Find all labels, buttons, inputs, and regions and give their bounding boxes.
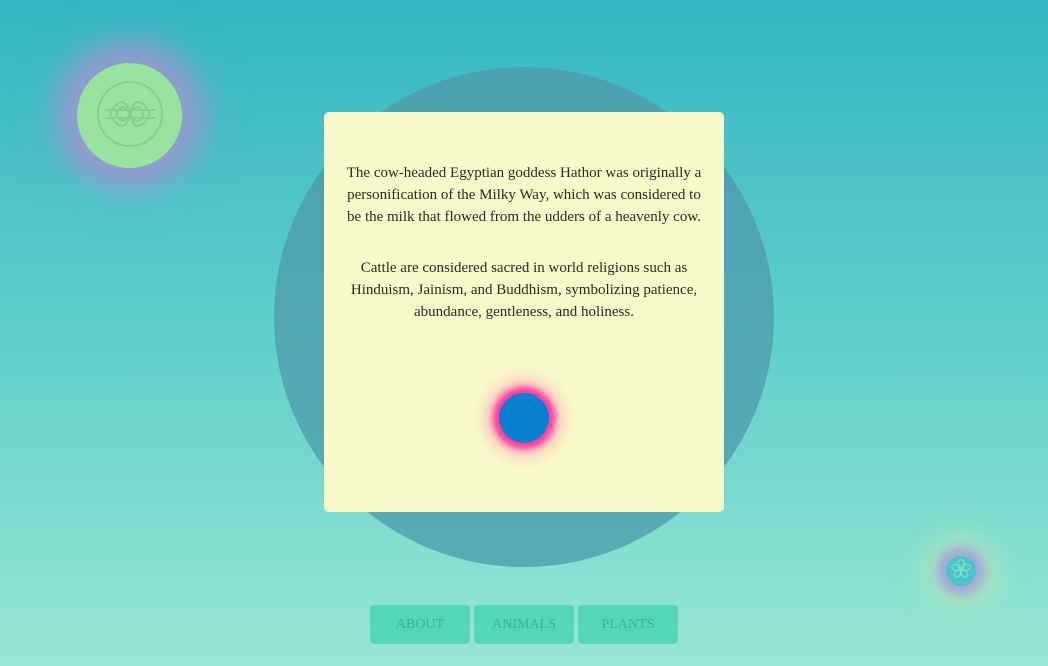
card-paragraph-1: The cow-headed Egyptian goddess Hathor w… [346, 165, 702, 225]
nav-plants-button[interactable]: PLANTS [578, 605, 678, 644]
glowing-dot-button[interactable] [499, 393, 549, 443]
endless-knot-icon [95, 79, 165, 153]
endless-knot-orb[interactable] [77, 63, 182, 168]
info-card: The cow-headed Egyptian goddess Hathor w… [324, 112, 724, 512]
card-paragraph-2: Cattle are considered sacred in world re… [350, 260, 698, 320]
flower-icon [950, 558, 972, 584]
nav-about-button[interactable]: ABOUT [370, 605, 470, 644]
nav-animals-button[interactable]: ANIMALS [474, 605, 574, 644]
flower-orb[interactable] [946, 556, 976, 586]
bottom-nav: ABOUT ANIMALS PLANTS [370, 605, 678, 644]
